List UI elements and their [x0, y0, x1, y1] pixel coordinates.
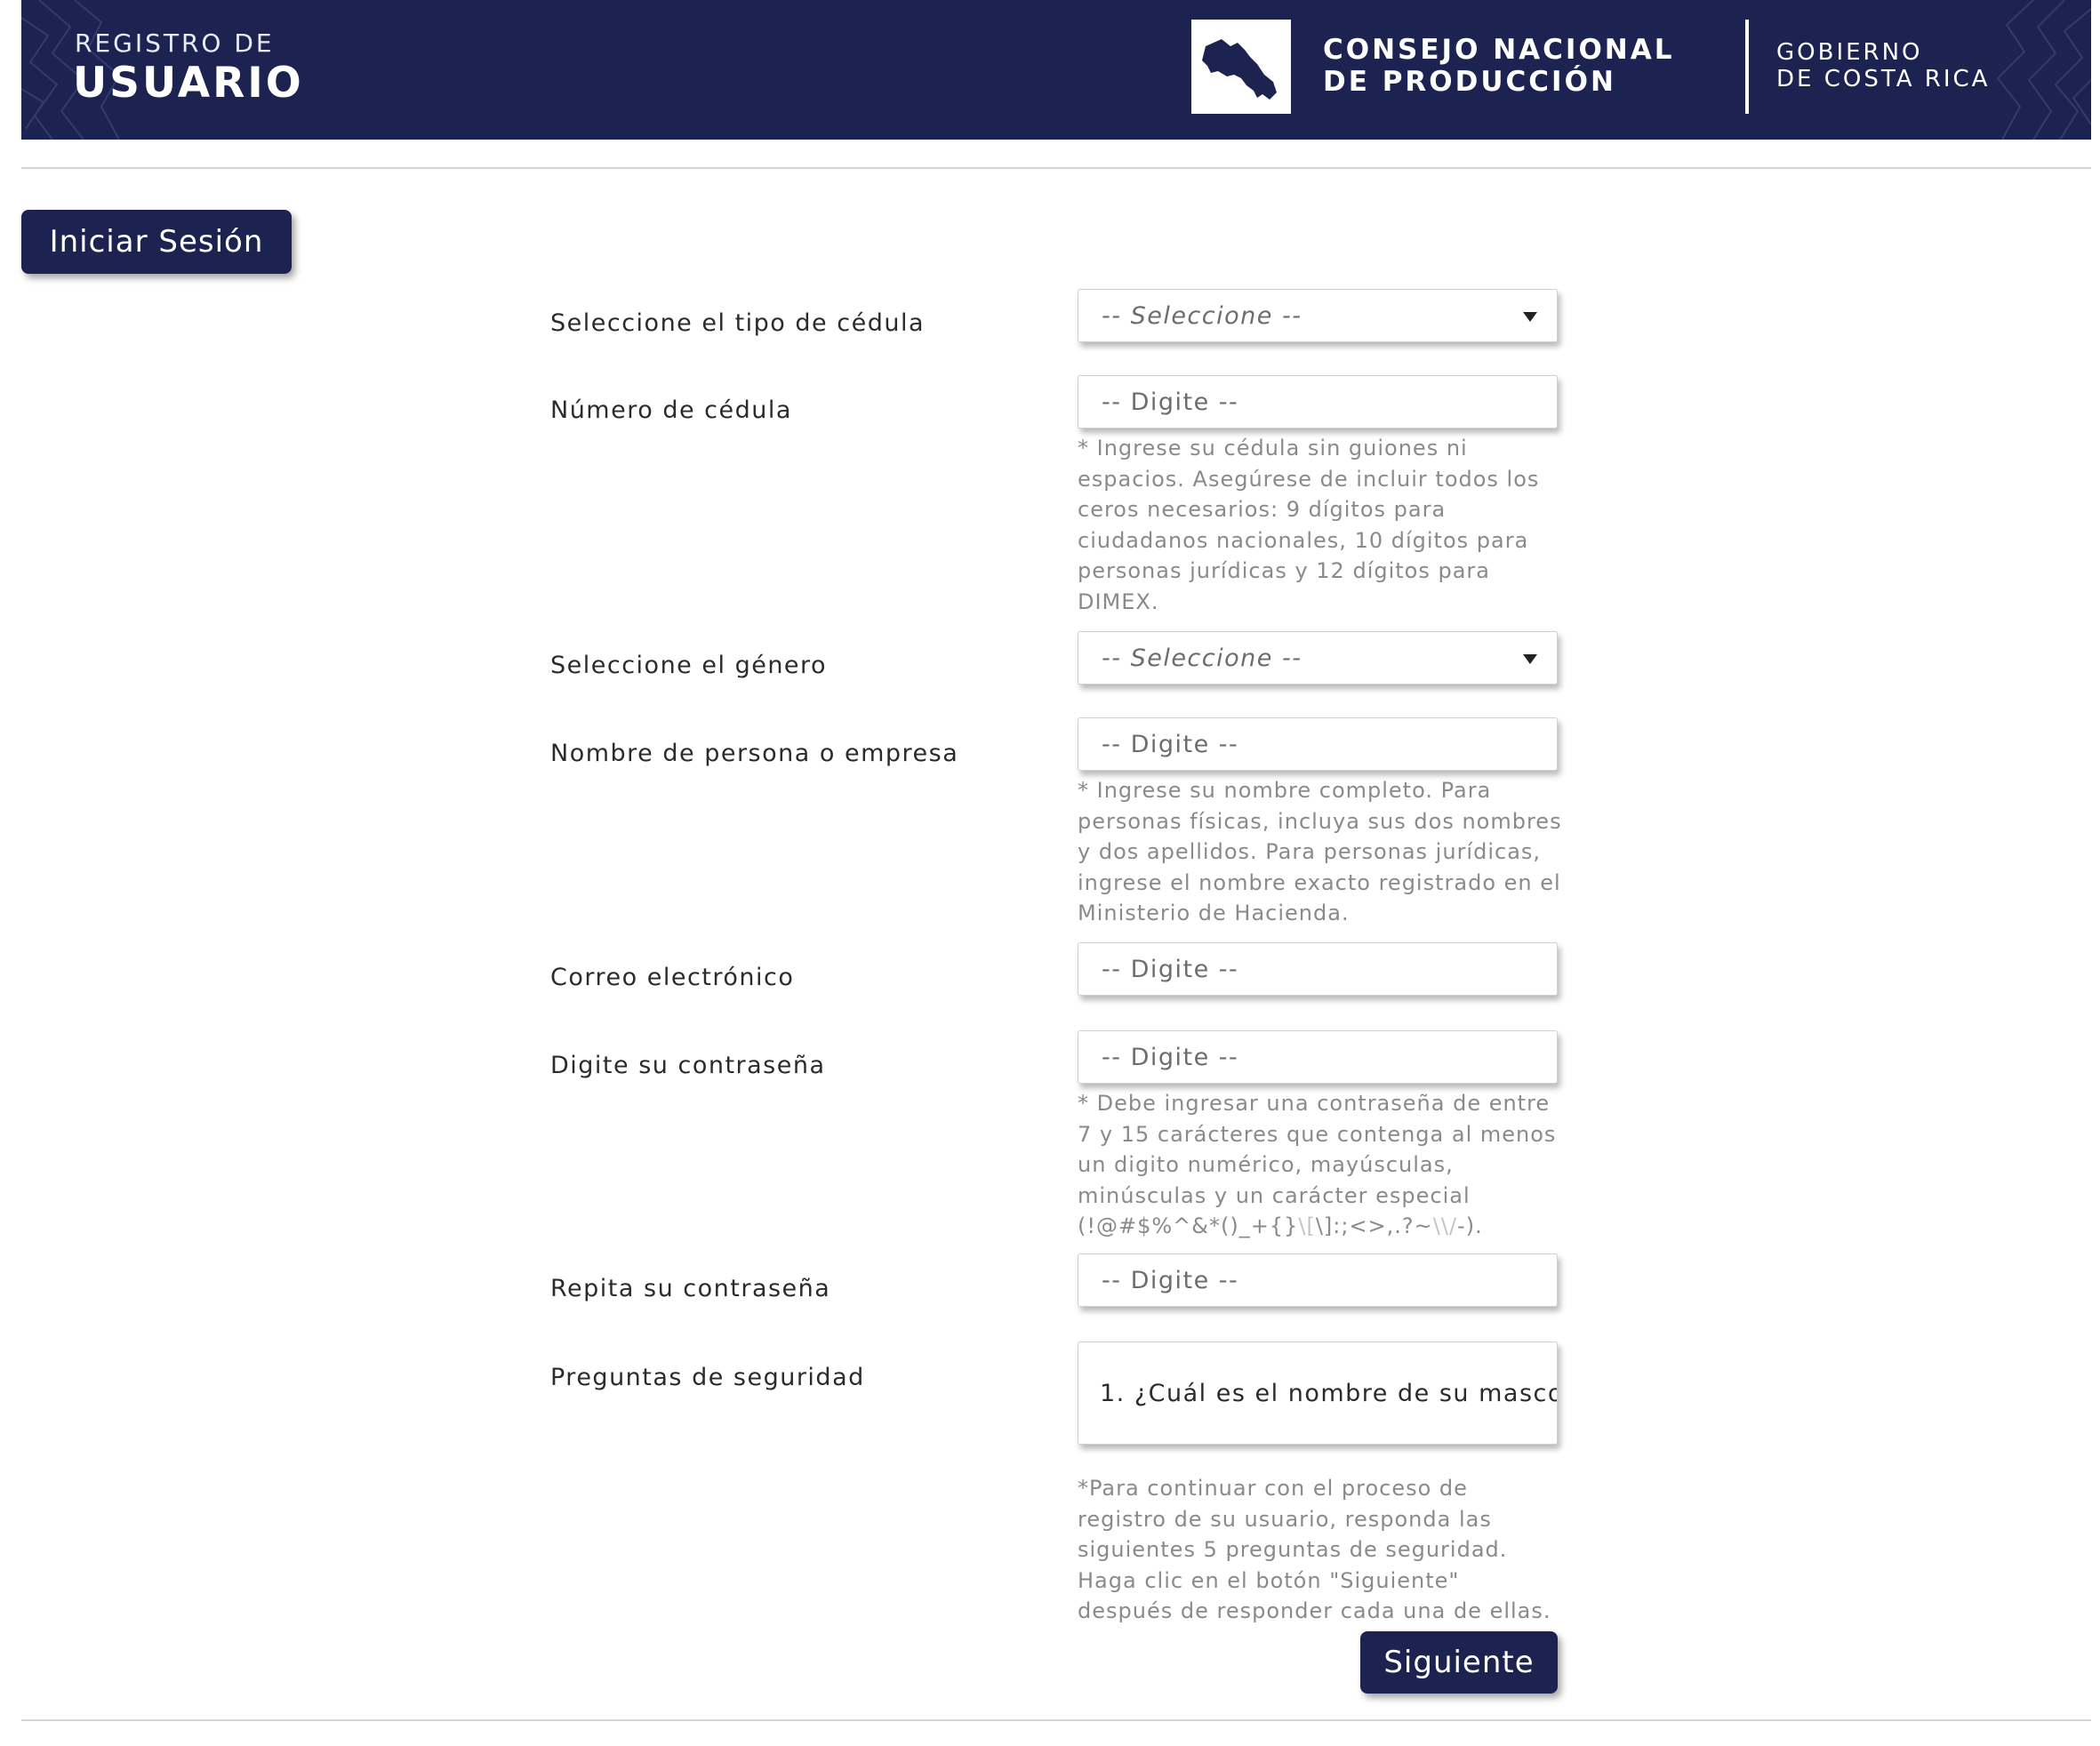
- gender-select[interactable]: -- Seleccione --: [1078, 631, 1558, 685]
- next-button[interactable]: Siguiente: [1360, 1631, 1558, 1694]
- organization-name: CONSEJO NACIONAL DE PRODUCCIÓN: [1323, 34, 1675, 98]
- password-repeat-placeholder: -- Digite --: [1102, 1266, 1239, 1294]
- organization-name-line1: CONSEJO NACIONAL: [1323, 34, 1675, 66]
- security-help: *Para continuar con el proceso de regist…: [1078, 1476, 1551, 1623]
- email-input[interactable]: -- Digite --: [1078, 942, 1558, 996]
- id-number-input[interactable]: -- Digite --: [1078, 375, 1558, 428]
- costa-rica-map-icon: [1191, 20, 1291, 114]
- name-help: * Ingrese su nombre completo. Para perso…: [1078, 778, 1562, 925]
- top-divider: [21, 167, 2091, 169]
- name-placeholder: -- Digite --: [1102, 730, 1239, 758]
- password-help-text: * Debe ingresar una contraseña de entre …: [1078, 1091, 1557, 1208]
- email-label: Correo electrónico: [550, 964, 795, 991]
- header-banner: REGISTRO DE USUARIO CONSEJO NACIONAL DE …: [21, 0, 2091, 140]
- password-repeat-input[interactable]: -- Digite --: [1078, 1253, 1558, 1307]
- password-help-chars-c: \]:;<>,.?~: [1315, 1213, 1433, 1238]
- chevron-down-icon: [1523, 654, 1537, 664]
- id-type-select[interactable]: -- Seleccione --: [1078, 289, 1558, 342]
- login-button[interactable]: Iniciar Sesión: [21, 210, 292, 274]
- password-help-chars-e: -).: [1457, 1213, 1483, 1238]
- id-number-label: Número de cédula: [550, 396, 792, 424]
- government-name: GOBIERNO DE COSTA RICA: [1776, 39, 1990, 92]
- password-help-chars-d: \\/: [1432, 1213, 1458, 1238]
- password-placeholder: -- Digite --: [1102, 1043, 1239, 1071]
- id-type-label: Seleccione el tipo de cédula: [550, 309, 925, 337]
- header-subtitle: REGISTRO DE: [75, 28, 275, 58]
- government-name-line2: DE COSTA RICA: [1776, 66, 1991, 92]
- password-help: * Debe ingresar una contraseña de entre …: [1078, 1088, 1562, 1242]
- government-name-line1: GOBIERNO: [1776, 39, 1923, 66]
- name-label: Nombre de persona o empresa: [550, 740, 959, 767]
- gender-label: Seleccione el género: [550, 652, 828, 679]
- password-label: Digite su contraseña: [550, 1052, 826, 1079]
- organization-name-line2: DE PRODUCCIÓN: [1323, 66, 1616, 98]
- page-title: USUARIO: [73, 59, 304, 108]
- gender-select-value: -- Seleccione --: [1102, 644, 1302, 672]
- header-divider: [1745, 20, 1749, 114]
- chevron-down-icon: [1523, 312, 1537, 322]
- bottom-divider: [21, 1719, 2091, 1721]
- password-help-chars-b: \[: [1298, 1213, 1316, 1238]
- password-input[interactable]: -- Digite --: [1078, 1030, 1558, 1084]
- name-input[interactable]: -- Digite --: [1078, 717, 1558, 771]
- id-type-select-value: -- Seleccione --: [1102, 301, 1302, 330]
- id-number-placeholder: -- Digite --: [1102, 388, 1239, 416]
- id-number-help: * Ingrese su cédula sin guiones ni espac…: [1078, 436, 1540, 614]
- email-placeholder: -- Digite --: [1102, 955, 1239, 983]
- security-question-answer[interactable]: 1. ¿Cuál es el nombre de su mascota?: [1078, 1342, 1558, 1445]
- password-help-chars-a: (!@#$%^&*()_+{}: [1078, 1213, 1299, 1238]
- security-questions-label: Preguntas de seguridad: [550, 1364, 865, 1391]
- password-repeat-label: Repita su contraseña: [550, 1275, 831, 1302]
- security-question-text: 1. ¿Cuál es el nombre de su mascota?: [1100, 1379, 1558, 1407]
